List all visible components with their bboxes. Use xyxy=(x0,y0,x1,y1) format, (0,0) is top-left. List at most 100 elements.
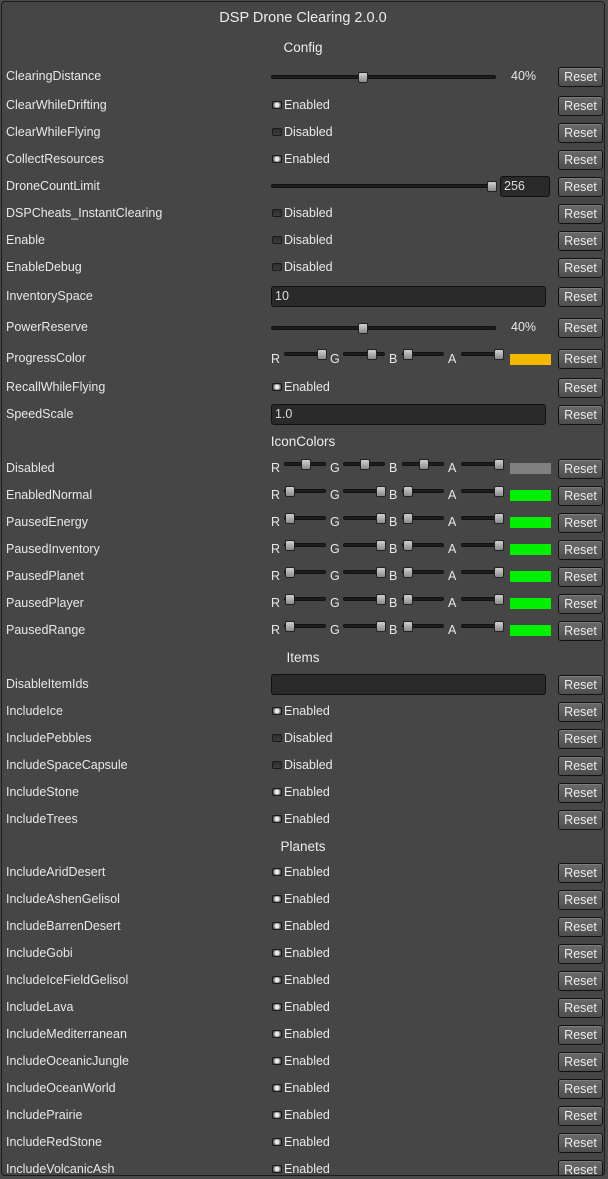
color-swatch[interactable] xyxy=(510,571,551,582)
slider-thumb[interactable] xyxy=(376,486,386,497)
reset-button[interactable]: Reset xyxy=(558,486,603,506)
planet-toggle-toggle[interactable]: Enabled xyxy=(272,1129,330,1156)
channel-slider-a[interactable] xyxy=(461,459,504,470)
planet-toggle-toggle[interactable]: Enabled xyxy=(272,1021,330,1048)
slider-thumb[interactable] xyxy=(403,513,413,524)
planet-toggle-toggle[interactable]: Enabled xyxy=(272,967,330,994)
reset-button[interactable]: Reset xyxy=(558,783,603,803)
planet-toggle-toggle[interactable]: Enabled xyxy=(272,994,330,1021)
color-swatch[interactable] xyxy=(510,354,551,365)
reset-button[interactable]: Reset xyxy=(558,729,603,749)
channel-slider-r[interactable] xyxy=(284,349,327,360)
clear-while-flying-toggle[interactable]: Disabled xyxy=(272,119,333,146)
channel-slider-g[interactable] xyxy=(343,459,385,470)
speed-scale-field[interactable]: 1.0 xyxy=(271,404,546,425)
planet-toggle-toggle[interactable]: Enabled xyxy=(272,1156,330,1175)
channel-slider-g[interactable] xyxy=(343,621,386,632)
reset-button[interactable]: Reset xyxy=(558,621,603,641)
slider-thumb[interactable] xyxy=(487,181,497,192)
reset-button[interactable]: Reset xyxy=(558,1025,603,1045)
slider-thumb[interactable] xyxy=(376,594,386,605)
inventory-space-field[interactable]: 10 xyxy=(271,286,546,307)
reset-button[interactable]: Reset xyxy=(558,513,603,533)
clearing-distance-slider[interactable] xyxy=(271,72,496,83)
reset-button[interactable]: Reset xyxy=(558,971,603,991)
channel-slider-a[interactable] xyxy=(461,513,504,524)
channel-slider-a[interactable] xyxy=(461,594,504,605)
reset-button[interactable]: Reset xyxy=(558,349,603,369)
reset-button[interactable]: Reset xyxy=(558,540,603,560)
color-swatch[interactable] xyxy=(510,625,551,636)
channel-slider-g[interactable] xyxy=(343,349,385,360)
recall-while-flying-toggle[interactable]: Enabled xyxy=(272,374,330,401)
reset-button[interactable]: Reset xyxy=(558,287,603,307)
slider-thumb[interactable] xyxy=(285,594,295,605)
color-swatch[interactable] xyxy=(510,463,551,474)
channel-slider-r[interactable] xyxy=(284,594,326,605)
slider-thumb[interactable] xyxy=(285,513,295,524)
slider-thumb[interactable] xyxy=(494,349,504,360)
slider-thumb[interactable] xyxy=(367,349,377,360)
reset-button[interactable]: Reset xyxy=(558,1052,603,1072)
slider-thumb[interactable] xyxy=(285,621,295,632)
channel-slider-g[interactable] xyxy=(343,567,386,578)
reset-button[interactable]: Reset xyxy=(558,405,603,425)
slider-thumb[interactable] xyxy=(494,621,504,632)
planet-toggle-toggle[interactable]: Enabled xyxy=(272,940,330,967)
reset-button[interactable]: Reset xyxy=(558,863,603,883)
channel-slider-b[interactable] xyxy=(402,540,444,551)
slider-thumb[interactable] xyxy=(403,567,413,578)
reset-button[interactable]: Reset xyxy=(558,702,603,722)
power-reserve-slider[interactable] xyxy=(271,323,496,334)
reset-button[interactable]: Reset xyxy=(558,917,603,937)
slider-thumb[interactable] xyxy=(285,540,295,551)
reset-button[interactable]: Reset xyxy=(558,150,603,170)
slider-thumb[interactable] xyxy=(301,459,311,470)
channel-slider-r[interactable] xyxy=(284,459,326,470)
slider-thumb[interactable] xyxy=(494,459,504,470)
reset-button[interactable]: Reset xyxy=(558,944,603,964)
clear-while-drifting-toggle[interactable]: Enabled xyxy=(272,92,330,119)
reset-button[interactable]: Reset xyxy=(558,675,603,695)
item-toggle-toggle[interactable]: Enabled xyxy=(272,806,330,833)
item-toggle-toggle[interactable]: Enabled xyxy=(272,779,330,806)
color-swatch[interactable] xyxy=(510,517,551,528)
slider-thumb[interactable] xyxy=(376,621,386,632)
reset-button[interactable]: Reset xyxy=(558,1106,603,1126)
color-swatch[interactable] xyxy=(510,544,551,555)
reset-button[interactable]: Reset xyxy=(558,1133,603,1153)
slider-thumb[interactable] xyxy=(376,513,386,524)
item-toggle-toggle[interactable]: Enabled xyxy=(272,698,330,725)
reset-button[interactable]: Reset xyxy=(558,810,603,830)
reset-button[interactable]: Reset xyxy=(558,204,603,224)
drone-count-limit-field[interactable]: 256 xyxy=(500,176,550,197)
reset-button[interactable]: Reset xyxy=(558,1160,603,1175)
dsp-cheats-toggle[interactable]: Disabled xyxy=(272,200,333,227)
item-toggle-toggle[interactable]: Disabled xyxy=(272,752,333,779)
slider-thumb[interactable] xyxy=(376,567,386,578)
channel-slider-a[interactable] xyxy=(461,567,504,578)
planet-toggle-toggle[interactable]: Enabled xyxy=(272,913,330,940)
reset-button[interactable]: Reset xyxy=(558,1079,603,1099)
collect-resources-toggle[interactable]: Enabled xyxy=(272,146,330,173)
channel-slider-g[interactable] xyxy=(343,540,386,551)
planet-toggle-toggle[interactable]: Enabled xyxy=(272,859,330,886)
enable-debug-toggle[interactable]: Disabled xyxy=(272,254,333,281)
slider-thumb[interactable] xyxy=(358,323,368,334)
slider-thumb[interactable] xyxy=(494,540,504,551)
slider-thumb[interactable] xyxy=(494,594,504,605)
color-swatch[interactable] xyxy=(510,490,551,501)
slider-thumb[interactable] xyxy=(360,459,370,470)
slider-thumb[interactable] xyxy=(419,459,429,470)
channel-slider-b[interactable] xyxy=(402,594,444,605)
reset-button[interactable]: Reset xyxy=(558,318,603,338)
reset-button[interactable]: Reset xyxy=(558,459,603,479)
channel-slider-b[interactable] xyxy=(402,621,444,632)
slider-thumb[interactable] xyxy=(358,72,368,83)
color-swatch[interactable] xyxy=(510,598,551,609)
channel-slider-r[interactable] xyxy=(284,621,326,632)
disable-item-ids-field[interactable] xyxy=(271,674,546,695)
channel-slider-g[interactable] xyxy=(343,486,386,497)
reset-button[interactable]: Reset xyxy=(558,123,603,143)
enable-toggle[interactable]: Disabled xyxy=(272,227,333,254)
